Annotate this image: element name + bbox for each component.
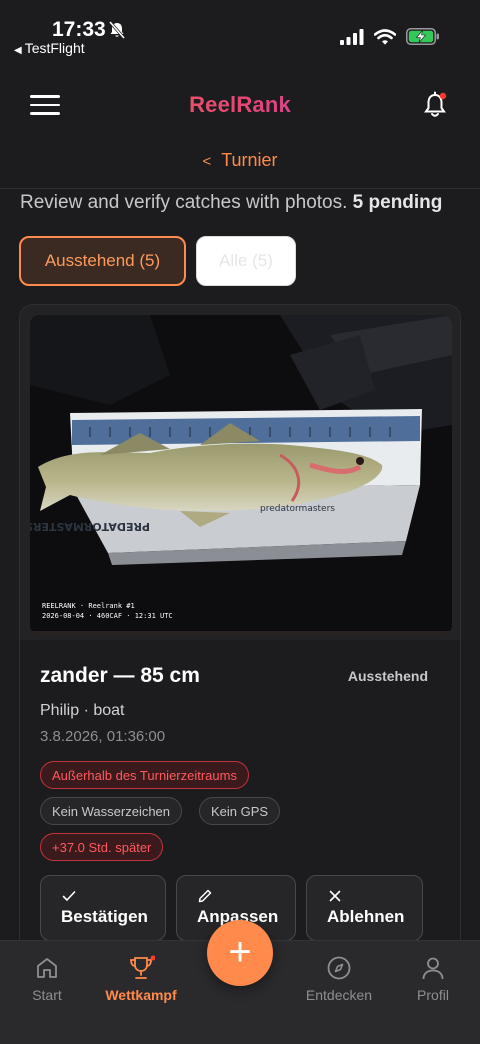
confirm-button[interactable]: Bestätigen	[40, 875, 166, 941]
photo-watermark: REELRANK · Reelrank #1 2026-08-04 · 460C…	[42, 601, 173, 621]
back-link-label: Turnier	[221, 150, 278, 170]
plus-icon: +	[228, 930, 252, 974]
svg-text:predatormasters: predatormasters	[260, 504, 335, 514]
compass-icon	[327, 956, 351, 980]
nav-label: Profil	[417, 987, 449, 1003]
home-icon	[37, 958, 57, 978]
nav-item-entdecken[interactable]: Entdecken	[294, 955, 384, 1003]
page-subtitle: Review and verify catches with photos. 5…	[20, 192, 442, 214]
back-app-label: TestFlight	[24, 40, 85, 56]
battery-charging-icon	[406, 28, 439, 45]
reject-label: Ablehnen	[327, 907, 405, 926]
catch-photo[interactable]: PREDATORMASTERS 20 predatormasters REELR…	[30, 315, 452, 635]
notification-bell-icon[interactable]	[420, 90, 450, 120]
app-logo: ReelRank	[0, 92, 480, 118]
cellular-signal-icon	[340, 28, 364, 45]
nav-label: Entdecken	[305, 987, 373, 1003]
trophy-icon	[130, 955, 155, 979]
svg-text:PREDATORMASTERS 20: PREDATORMASTERS 20	[30, 520, 150, 533]
pending-count: 5 pending	[352, 192, 443, 213]
nav-item-wettkampf[interactable]: Wettkampf	[96, 955, 186, 1003]
chevron-left-icon: <	[202, 153, 212, 170]
watermark-line: REELRANK · Reelrank #1	[42, 602, 135, 610]
clock: 17:33	[52, 18, 106, 41]
back-to-tournament-link[interactable]: < Turnier	[0, 150, 480, 171]
tab-all[interactable]: Alle (5)	[196, 236, 296, 286]
nav-item-profil[interactable]: Profil	[388, 955, 478, 1003]
divider	[0, 188, 480, 189]
nav-item-start[interactable]: Start	[2, 955, 92, 1003]
pencil-icon	[198, 889, 212, 903]
catch-date: 3.8.2026, 01:36:00	[40, 728, 166, 745]
reject-button[interactable]: Ablehnen	[306, 875, 423, 941]
checkmark-icon	[62, 891, 76, 901]
catch-title: zander — 85 cm	[40, 664, 200, 687]
bell-muted-icon	[108, 21, 126, 39]
catch-photo-image: PREDATORMASTERS 20 predatormasters	[30, 315, 452, 631]
nav-label: Start	[32, 987, 62, 1003]
system-indicators	[340, 28, 440, 45]
nav-label: Wettkampf	[105, 987, 177, 1003]
confirm-label: Bestätigen	[61, 907, 148, 926]
angler-info: Philip · boat	[40, 702, 125, 719]
subtitle-text: Review and verify catches with photos.	[20, 192, 348, 213]
add-catch-button[interactable]: +	[207, 920, 273, 986]
status-bar: 17:33 ◀ TestFlight	[0, 0, 480, 62]
close-icon	[329, 890, 341, 902]
back-to-app[interactable]: ◀ TestFlight	[14, 40, 85, 56]
watermark-line: 2026-08-04 · 460CAF · 12:31 UTC	[42, 612, 173, 620]
flag-out-of-period: Außerhalb des Turnierzeitraums	[40, 761, 249, 789]
flag-no-watermark: Kein Wasserzeichen	[40, 797, 183, 825]
wifi-icon	[374, 28, 396, 45]
flag-no-gps: Kein GPS	[199, 797, 281, 825]
user-icon	[422, 957, 444, 980]
status-badge: Ausstehend	[347, 668, 428, 684]
tab-pending[interactable]: Ausstehend (5)	[19, 236, 186, 286]
flag-time-offset: +37.0 Std. später	[40, 833, 164, 861]
app-header: ReelRank	[0, 62, 480, 150]
back-triangle-icon: ◀	[14, 45, 22, 56]
